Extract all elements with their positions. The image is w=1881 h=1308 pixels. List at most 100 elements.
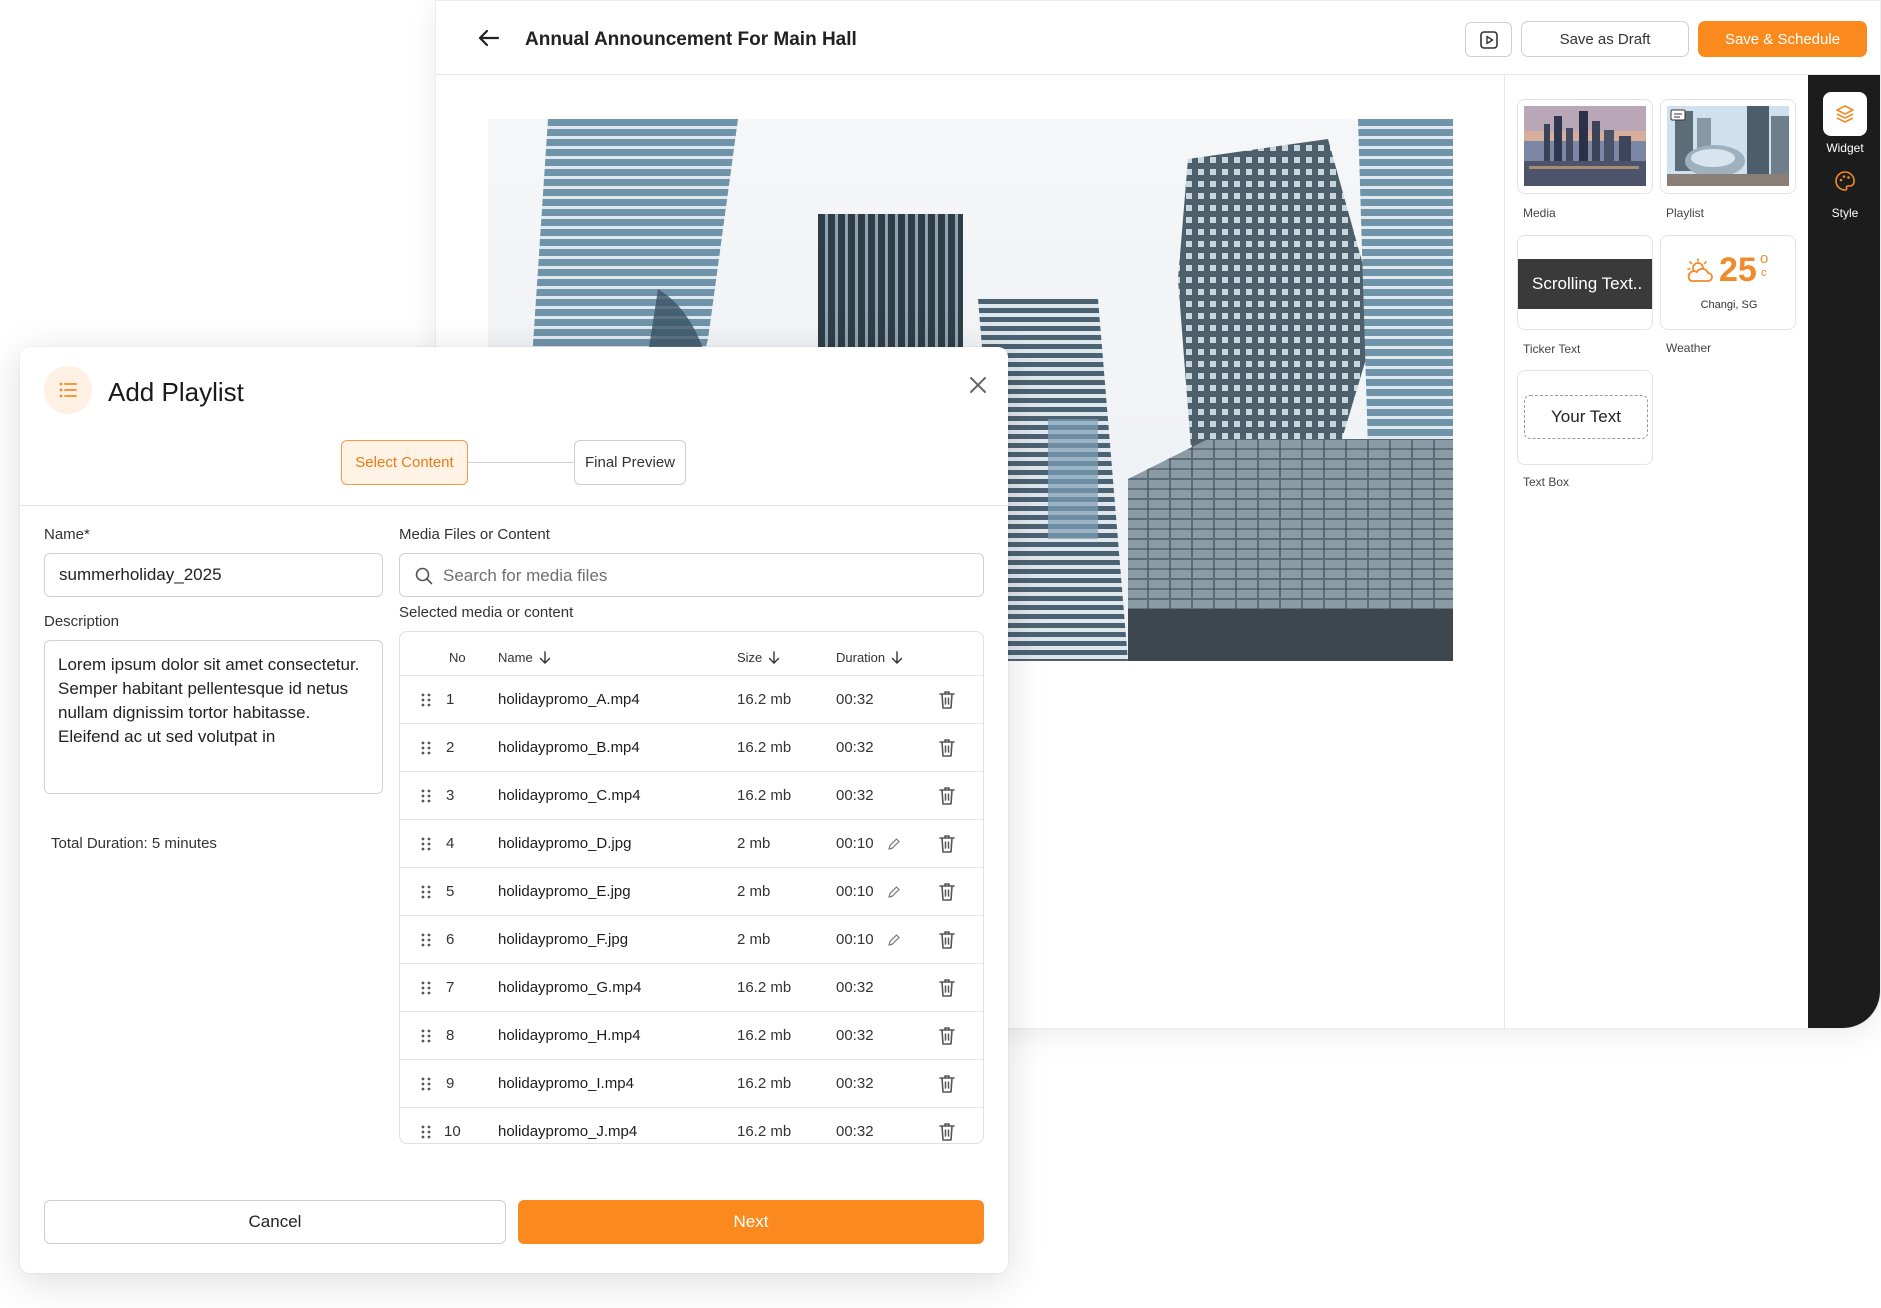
row-duration: 00:32 <box>836 1123 874 1140</box>
rail-label-style: Style <box>1831 206 1859 220</box>
row-number: 3 <box>446 787 455 804</box>
trash-icon[interactable] <box>937 881 957 903</box>
table-row[interactable]: 6 holidaypromo_F.jpg 2 mb 00:10 <box>400 916 983 964</box>
bean-sculpture-thumbnail <box>1667 106 1789 186</box>
widget-media[interactable] <box>1517 99 1653 194</box>
weather-temperature: 25 <box>1719 251 1757 289</box>
row-file-name: holidaypromo_A.mp4 <box>498 691 640 708</box>
row-file-size: 16.2 mb <box>737 787 792 804</box>
drag-handle-icon[interactable] <box>420 836 432 852</box>
media-table: No Name Size Duration 1 holidaypromo_A.mp… <box>399 631 984 1144</box>
table-row[interactable]: 8 holidaypromo_H.mp4 16.2 mb 00:32 <box>400 1012 983 1060</box>
row-file-name: holidaypromo_C.mp4 <box>498 787 641 804</box>
drag-handle-icon[interactable] <box>420 692 432 708</box>
save-as-draft-button[interactable]: Save as Draft <box>1521 21 1689 57</box>
row-duration: 00:10 <box>836 835 874 852</box>
row-file-size: 2 mb <box>737 883 771 900</box>
table-row[interactable]: 1 holidaypromo_A.mp4 16.2 mb 00:32 <box>400 676 983 724</box>
column-header-name[interactable]: Name <box>498 650 551 665</box>
row-file-name: holidaypromo_H.mp4 <box>498 1027 641 1044</box>
list-icon <box>59 382 77 398</box>
table-row[interactable]: 4 holidaypromo_D.jpg 2 mb 00:10 <box>400 820 983 868</box>
row-number: 1 <box>446 691 455 708</box>
row-file-name: holidaypromo_B.mp4 <box>498 739 640 756</box>
drag-handle-icon[interactable] <box>420 932 432 948</box>
arrow-down-icon <box>891 651 903 664</box>
trash-icon[interactable] <box>937 1121 957 1143</box>
widget-text-box[interactable]: Your Text <box>1517 370 1653 465</box>
rail-item-style[interactable] <box>1823 159 1867 203</box>
trash-icon[interactable] <box>937 785 957 807</box>
table-row[interactable]: 5 holidaypromo_E.jpg 2 mb 00:10 <box>400 868 983 916</box>
step-select-content[interactable]: Select Content <box>341 440 468 485</box>
play-icon <box>1479 30 1498 49</box>
row-file-name: holidaypromo_I.mp4 <box>498 1075 634 1092</box>
save-and-schedule-button[interactable]: Save & Schedule <box>1698 21 1867 57</box>
row-file-name: holidaypromo_F.jpg <box>498 931 629 948</box>
widget-label-weather: Weather <box>1666 341 1712 355</box>
widget-panel: Media Playlist Scrolling Text.. Ticker T… <box>1504 75 1808 1028</box>
rail-label-widget: Widget <box>1826 141 1864 155</box>
preview-button[interactable] <box>1465 22 1512 57</box>
row-number: 6 <box>446 931 455 948</box>
media-files-label: Media Files or Content <box>399 526 550 543</box>
widget-weather[interactable]: 25 o c Changi, SG <box>1660 235 1796 330</box>
name-label: Name* <box>44 526 90 543</box>
drag-handle-icon[interactable] <box>420 980 432 996</box>
search-placeholder: Search for media files <box>443 566 608 585</box>
description-textarea[interactable]: Lorem ipsum dolor sit amet consectetur. … <box>44 640 383 794</box>
pencil-icon[interactable] <box>887 933 901 947</box>
widget-ticker-text[interactable]: Scrolling Text.. <box>1517 235 1653 330</box>
step-final-preview[interactable]: Final Preview <box>574 440 686 485</box>
row-file-size: 16.2 mb <box>737 1075 792 1092</box>
weather-degree-unit: o <box>1760 250 1769 267</box>
widget-label-text-box: Text Box <box>1523 475 1570 489</box>
widget-playlist[interactable] <box>1660 99 1796 194</box>
rail-item-widget[interactable] <box>1823 92 1867 136</box>
ticker-preview-text: Scrolling Text.. <box>1518 259 1652 309</box>
close-icon[interactable] <box>965 372 991 398</box>
row-file-name: holidaypromo_J.mp4 <box>498 1123 638 1140</box>
trash-icon[interactable] <box>937 929 957 951</box>
drag-handle-icon[interactable] <box>420 1124 432 1140</box>
cloud-sun-icon <box>1687 258 1713 282</box>
column-header-size[interactable]: Size <box>737 650 780 665</box>
row-file-size: 2 mb <box>737 835 771 852</box>
layers-icon <box>1836 105 1854 123</box>
table-row[interactable]: 7 holidaypromo_G.mp4 16.2 mb 00:32 <box>400 964 983 1012</box>
trash-icon[interactable] <box>937 689 957 711</box>
table-row[interactable]: 10 holidaypromo_J.mp4 16.2 mb 00:32 <box>400 1108 983 1143</box>
trash-icon[interactable] <box>937 1025 957 1047</box>
trash-icon[interactable] <box>937 737 957 759</box>
trash-icon[interactable] <box>937 833 957 855</box>
row-number: 7 <box>446 979 455 996</box>
row-number: 2 <box>446 739 455 756</box>
row-duration: 00:32 <box>836 1075 874 1092</box>
playlist-icon-badge <box>44 366 92 414</box>
pencil-icon[interactable] <box>887 885 901 899</box>
trash-icon[interactable] <box>937 977 957 999</box>
row-file-size: 2 mb <box>737 931 771 948</box>
row-duration: 00:32 <box>836 739 874 756</box>
row-duration: 00:10 <box>836 931 874 948</box>
table-row[interactable]: 2 holidaypromo_B.mp4 16.2 mb 00:32 <box>400 724 983 772</box>
pencil-icon[interactable] <box>887 837 901 851</box>
row-file-name: holidaypromo_G.mp4 <box>498 979 642 996</box>
drag-handle-icon[interactable] <box>420 788 432 804</box>
drag-handle-icon[interactable] <box>420 1076 432 1092</box>
search-input[interactable]: Search for media files <box>399 553 984 597</box>
cancel-button[interactable]: Cancel <box>44 1200 506 1244</box>
drag-handle-icon[interactable] <box>420 1028 432 1044</box>
drag-handle-icon[interactable] <box>420 740 432 756</box>
name-input[interactable] <box>44 553 383 597</box>
next-button[interactable]: Next <box>518 1200 984 1244</box>
palette-icon <box>1835 171 1855 191</box>
row-duration: 00:32 <box>836 691 874 708</box>
drag-handle-icon[interactable] <box>420 884 432 900</box>
table-row[interactable]: 3 holidaypromo_C.mp4 16.2 mb 00:32 <box>400 772 983 820</box>
trash-icon[interactable] <box>937 1073 957 1095</box>
arrow-left-icon[interactable] <box>474 23 504 53</box>
column-header-duration[interactable]: Duration <box>836 650 903 665</box>
right-tool-rail: Widget Style <box>1808 75 1880 1028</box>
table-row[interactable]: 9 holidaypromo_I.mp4 16.2 mb 00:32 <box>400 1060 983 1108</box>
